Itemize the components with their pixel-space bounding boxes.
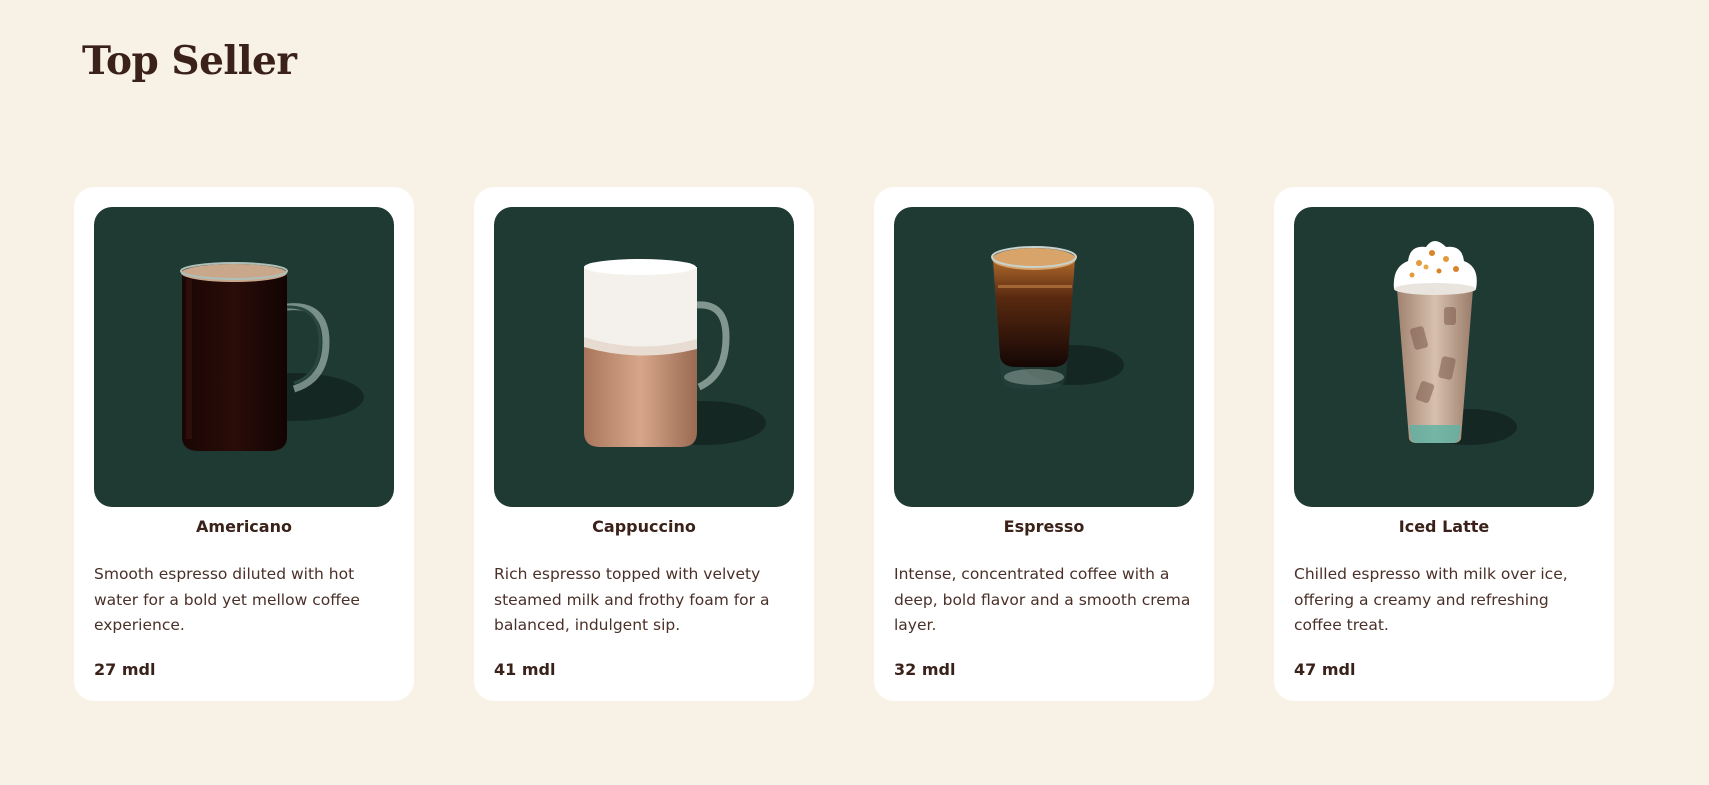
- product-price: 41 mdl: [494, 660, 556, 679]
- product-description: Chilled espresso with milk over ice, off…: [1294, 565, 1568, 634]
- iced-latte-cup-icon: [1393, 241, 1517, 445]
- product-card-iced-latte[interactable]: Iced Latte Chilled espresso with milk ov…: [1274, 187, 1614, 701]
- product-name: Espresso: [1003, 517, 1085, 536]
- product-image-iced-latte: [1294, 207, 1594, 507]
- product-card-espresso[interactable]: Espresso Intense, concentrated coffee wi…: [874, 187, 1214, 701]
- espresso-shot-icon: [991, 246, 1124, 389]
- product-name: Americano: [196, 517, 292, 536]
- product-image-americano: [94, 207, 394, 507]
- product-description: Smooth espresso diluted with hot water f…: [94, 565, 360, 634]
- americano-mug-icon: [180, 262, 364, 451]
- product-image-espresso: [894, 207, 1194, 507]
- product-name: Iced Latte: [1398, 517, 1490, 536]
- product-description: Rich espresso topped with velvety steame…: [494, 565, 770, 634]
- product-card-americano[interactable]: Americano Smooth espresso diluted with h…: [74, 187, 414, 701]
- product-price: 27 mdl: [94, 660, 156, 679]
- product-description: Intense, concentrated coffee with a deep…: [894, 565, 1191, 634]
- product-card-cappuccino[interactable]: Cappuccino Rich espresso topped with vel…: [474, 187, 814, 701]
- cappuccino-mug-icon: [584, 259, 766, 447]
- product-price: 32 mdl: [894, 660, 956, 679]
- product-price: 47 mdl: [1294, 660, 1356, 679]
- section-title: Top Seller: [82, 38, 297, 84]
- product-name: Cappuccino: [592, 517, 696, 536]
- product-image-cappuccino: [494, 207, 794, 507]
- product-grid: Americano Smooth espresso diluted with h…: [74, 187, 1614, 701]
